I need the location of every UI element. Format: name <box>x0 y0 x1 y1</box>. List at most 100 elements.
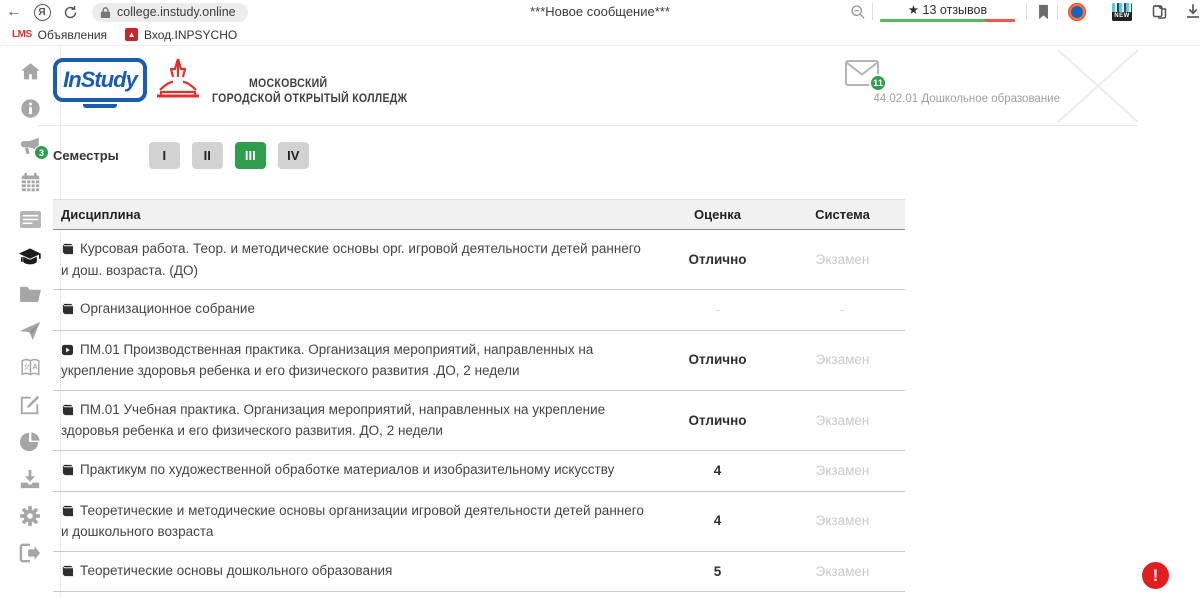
announcements-badge: 3 <box>34 145 49 160</box>
table-row[interactable]: ПМ.01 Производственная практика. Организ… <box>53 330 905 390</box>
table-row[interactable]: ПМ.01 Учебная практика. Организация меро… <box>53 390 905 450</box>
book-icon <box>61 402 74 422</box>
grade-value: Отлично <box>655 230 780 290</box>
bookmarks-bar: LMS Объявления ▲ Вход.INPSYCHO <box>0 24 1200 46</box>
instudy-logo-stand <box>83 104 117 108</box>
svg-text:A: A <box>32 361 38 370</box>
book-icon <box>61 462 74 482</box>
sidebar-nav: 3 文A <box>0 46 61 597</box>
bookmark-lms[interactable]: LMS Объявления <box>6 28 113 42</box>
sidebar-item-calendar[interactable] <box>18 171 42 194</box>
sidebar-item-downloads[interactable] <box>18 467 42 490</box>
back-icon[interactable]: ← <box>0 1 28 23</box>
lock-icon <box>100 6 111 19</box>
table-row[interactable]: Организационное собрание - - <box>53 290 905 331</box>
bookmark-label: Вход.INPSYCHO <box>144 28 237 42</box>
sidebar-item-announcements[interactable]: 3 <box>18 134 42 157</box>
college-emblem-icon <box>152 56 204 106</box>
table-row[interactable]: Теоретические и методические основы орга… <box>53 491 905 551</box>
reviews-label: ★ 13 отзывов <box>880 2 1015 17</box>
column-header-discipline: Дисциплина <box>53 200 655 230</box>
address-bar[interactable]: college.instudy.online <box>92 3 248 22</box>
sidebar-item-edit[interactable] <box>18 393 42 416</box>
sidebar-item-logout[interactable] <box>18 541 42 564</box>
svg-text:文: 文 <box>23 361 30 370</box>
app-window: 3 文A <box>0 46 1200 597</box>
toolbar-separator <box>1026 3 1027 20</box>
sidebar-item-info[interactable] <box>18 97 42 120</box>
grade-value: Отлично <box>655 390 780 450</box>
paper-plane-icon <box>18 320 42 342</box>
sidebar-item-home[interactable] <box>18 60 42 83</box>
sidebar-item-statistics[interactable] <box>18 430 42 453</box>
screen: ← Я college.instudy.online ***Новое сооб… <box>0 0 1200 597</box>
semester-button-4[interactable]: IV <box>278 142 309 169</box>
sidebar-item-messages[interactable] <box>18 319 42 342</box>
page-title: ***Новое сообщение*** <box>440 4 760 19</box>
extension-circle-icon[interactable] <box>1068 3 1086 21</box>
book-icon <box>61 241 74 261</box>
header-divider <box>38 125 1138 126</box>
discipline-name: Организационное собрание <box>80 301 255 316</box>
system-value: Экзамен <box>780 491 905 551</box>
grades-table: Дисциплина Оценка Система Курсовая работ… <box>53 199 905 592</box>
sidebar-item-schedule[interactable] <box>18 208 42 231</box>
bookmark-inpsycho[interactable]: ▲ Вход.INPSYCHO <box>119 28 243 42</box>
program-name: 44.02.01 Дошкольное образование <box>835 93 1060 105</box>
system-value: Экзамен <box>780 330 905 390</box>
discipline-name: Теоретические и методические основы орга… <box>61 503 644 540</box>
discipline-name: ПМ.01 Производственная практика. Организ… <box>61 342 593 379</box>
instudy-logo[interactable]: InStudy <box>53 58 147 102</box>
college-logo: МОСКОВСКИЙ ГОРОДСКОЙ ОТКРЫТЫЙ КОЛЛЕДЖ <box>152 56 434 106</box>
discipline-name: Курсовая работа. Теор. и методические ос… <box>61 241 641 278</box>
semester-button-2[interactable]: II <box>192 142 223 169</box>
column-header-grade: Оценка <box>655 200 780 230</box>
table-row[interactable]: Курсовая работа. Теор. и методические ос… <box>53 230 905 290</box>
collections-icon[interactable] <box>1150 3 1169 26</box>
grade-value: - <box>655 290 780 331</box>
sidebar-item-translate[interactable]: 文A <box>18 356 42 379</box>
discipline-name: ПМ.01 Учебная практика. Организация меро… <box>61 402 605 439</box>
home-icon <box>19 61 42 82</box>
sidebar-item-files[interactable] <box>18 282 42 305</box>
table-row[interactable]: Теоретические основы дошкольного образов… <box>53 551 905 592</box>
browser-home-icon[interactable]: Я <box>28 1 56 23</box>
lms-logo-icon: LMS <box>12 29 32 40</box>
system-value: Экзамен <box>780 551 905 592</box>
sidebar-item-grades[interactable] <box>18 245 42 268</box>
sidebar-item-settings[interactable] <box>18 504 42 527</box>
calendar-icon <box>20 172 41 193</box>
grade-value: 5 <box>655 551 780 592</box>
download-tray-icon <box>19 468 41 490</box>
bookmark-flag-icon[interactable] <box>1037 4 1050 25</box>
extension-new-icon[interactable]: NEW <box>1112 3 1132 21</box>
system-value: - <box>780 290 905 331</box>
toolbar-separator <box>1057 3 1058 20</box>
college-name: МОСКОВСКИЙ ГОРОДСКОЙ ОТКРЫТЫЙ КОЛЛЕДЖ <box>212 76 407 106</box>
alert-icon[interactable]: ! <box>1142 562 1169 589</box>
downloads-icon[interactable]: 2 <box>1184 2 1200 24</box>
system-value: Экзамен <box>780 230 905 290</box>
play-icon <box>61 342 74 362</box>
gear-icon <box>19 505 41 527</box>
graduation-cap-icon <box>18 246 42 268</box>
refresh-icon[interactable] <box>56 1 84 23</box>
book-icon <box>61 503 74 523</box>
edit-icon <box>19 394 41 416</box>
system-value: Экзамен <box>780 390 905 450</box>
zoom-out-icon[interactable] <box>850 4 866 25</box>
inpsycho-logo-icon: ▲ <box>125 28 138 41</box>
semester-button-1[interactable]: I <box>149 142 180 169</box>
mail-button[interactable]: 11 <box>845 60 879 86</box>
reviews-widget[interactable]: ★ 13 отзывов <box>880 2 1015 22</box>
semesters-switcher: Семестры I II III IV <box>53 142 321 169</box>
semesters-label: Семестры <box>53 148 119 163</box>
column-header-system: Система <box>780 200 905 230</box>
table-header-row: Дисциплина Оценка Система <box>53 200 905 230</box>
table-row[interactable]: Практикум по художественной обработке ма… <box>53 450 905 491</box>
mail-badge: 11 <box>869 74 887 92</box>
semester-button-3[interactable]: III <box>235 142 266 169</box>
toolbar-separator <box>872 3 873 20</box>
book-icon <box>61 301 74 321</box>
logout-icon <box>19 543 41 563</box>
